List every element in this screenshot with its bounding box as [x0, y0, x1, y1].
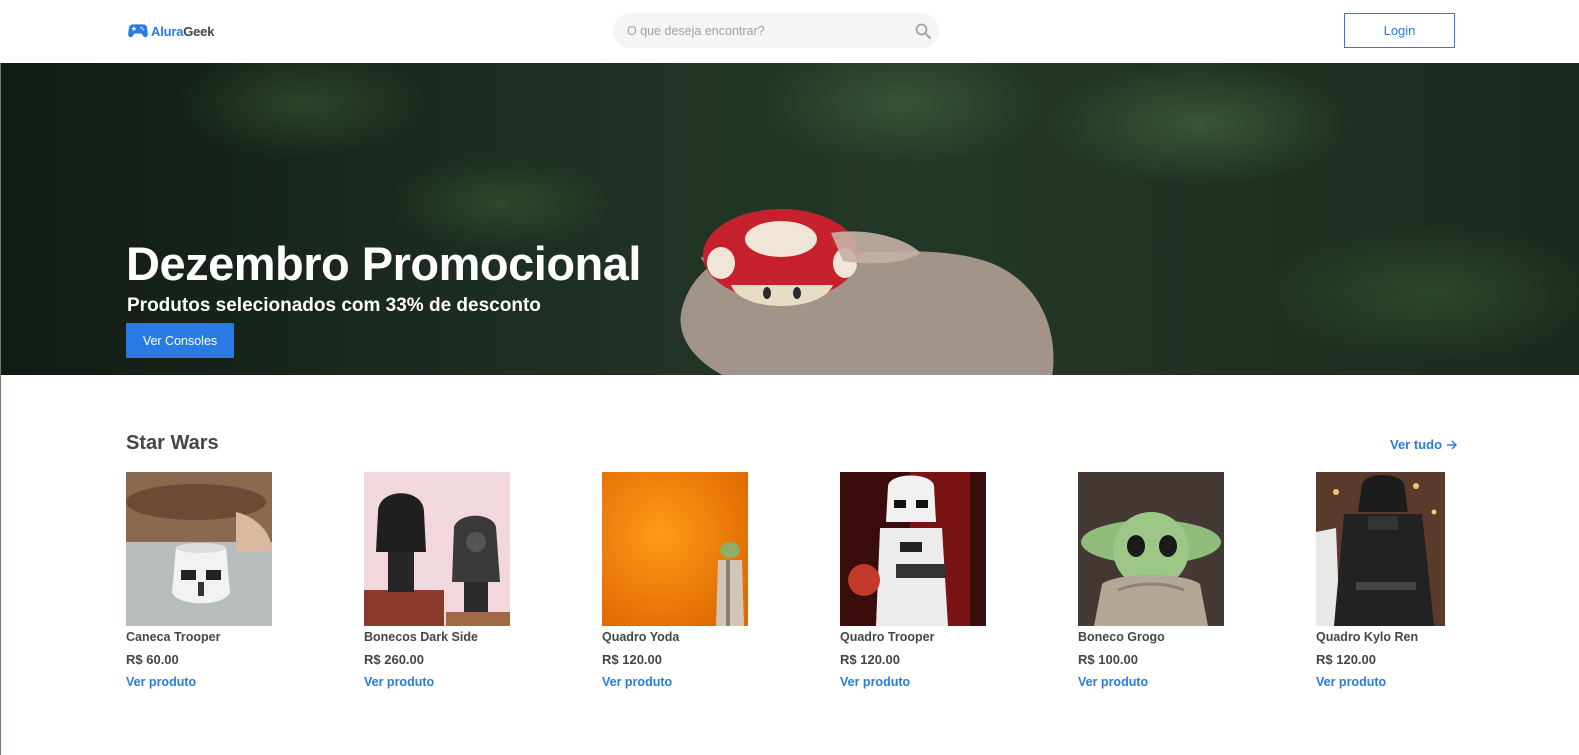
view-product-link[interactable]: Ver produto [840, 675, 986, 689]
logo[interactable]: AluraGeek [128, 22, 214, 40]
product-name: Quadro Yoda [602, 630, 680, 644]
logo-text: AluraGeek [151, 24, 214, 39]
section-title: Star Wars [126, 432, 219, 454]
product-price: R$ 60.00 [126, 652, 179, 667]
product-price: R$ 120.00 [1316, 652, 1376, 667]
product-price: R$ 120.00 [602, 652, 662, 667]
product-name: Quadro Trooper [840, 630, 935, 644]
view-product-link[interactable]: Ver produto [364, 675, 510, 689]
product-name: Quadro Kylo Ren [1316, 630, 1419, 644]
product-card: Quadro Kylo Ren R$ 120.00 Ver produto [1316, 472, 1445, 689]
product-image[interactable] [126, 472, 272, 626]
see-all-link[interactable]: Ver tudo [1390, 437, 1458, 452]
hero-subtitle: Produtos selecionados com 33% de descont… [127, 295, 541, 316]
product-price: R$ 100.00 [1078, 652, 1138, 667]
view-product-link[interactable]: Ver produto [126, 675, 272, 689]
view-product-link[interactable]: Ver produto [602, 675, 748, 689]
view-product-link[interactable]: Ver produto [1316, 675, 1445, 689]
product-list: Caneca Trooper R$ 60.00 Ver produto Bone… [126, 472, 1455, 702]
product-name: Caneca Trooper [126, 630, 221, 644]
site-header: AluraGeek Login [0, 0, 1579, 63]
product-card: Quadro Trooper R$ 120.00 Ver produto [840, 472, 986, 689]
view-consoles-button[interactable]: Ver Consoles [126, 323, 234, 358]
login-button[interactable]: Login [1344, 13, 1455, 48]
product-card: Boneco Grogo R$ 100.00 Ver produto [1078, 472, 1224, 689]
search-icon[interactable] [915, 23, 931, 39]
view-product-link[interactable]: Ver produto [1078, 675, 1224, 689]
search-bar [613, 13, 939, 48]
hero-banner: Dezembro Promocional Produtos selecionad… [1, 63, 1579, 375]
product-name: Boneco Grogo [1078, 630, 1165, 644]
product-image[interactable] [602, 472, 748, 626]
product-card: Quadro Yoda R$ 120.00 Ver produto [602, 472, 748, 689]
gamepad-icon [128, 24, 148, 38]
arrow-right-icon [1447, 439, 1458, 450]
product-image[interactable] [840, 472, 986, 626]
product-image[interactable] [1078, 472, 1224, 626]
product-image[interactable] [364, 472, 510, 626]
product-price: R$ 120.00 [840, 652, 900, 667]
product-image[interactable] [1316, 472, 1445, 626]
hero-title: Dezembro Promocional [126, 237, 641, 290]
search-input[interactable] [627, 13, 897, 48]
see-all-label: Ver tudo [1390, 437, 1443, 452]
product-name: Bonecos Dark Side [364, 630, 478, 644]
logo-text-geek: Geek [183, 23, 215, 39]
logo-text-alura: Alura [151, 23, 184, 39]
hero-mushroom-image [680, 209, 1054, 375]
product-price: R$ 260.00 [364, 652, 424, 667]
product-card: Bonecos Dark Side R$ 260.00 Ver produto [364, 472, 510, 689]
product-card: Caneca Trooper R$ 60.00 Ver produto [126, 472, 272, 689]
